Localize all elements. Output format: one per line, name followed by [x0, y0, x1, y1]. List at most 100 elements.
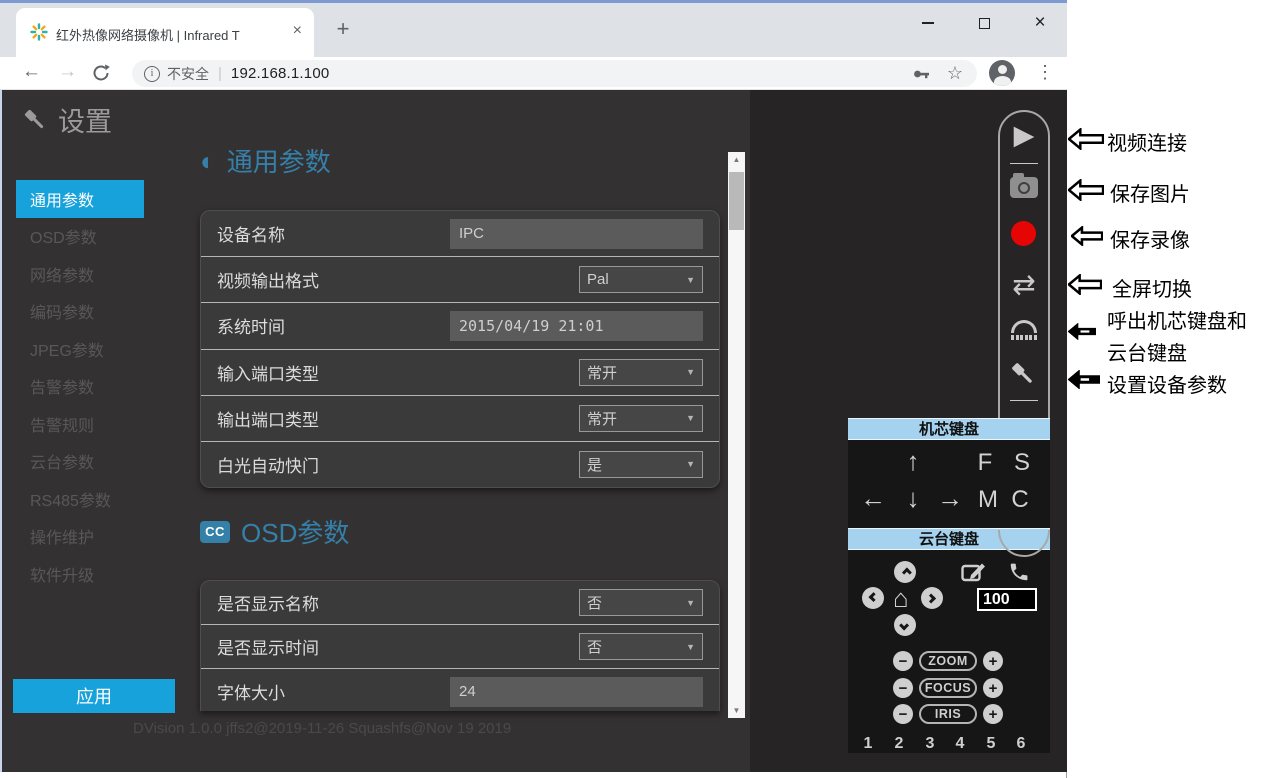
- iris-minus-button[interactable]: −: [893, 704, 913, 724]
- arrow-up-key[interactable]: ↑: [898, 446, 928, 477]
- call-preset-icon[interactable]: [1008, 561, 1030, 583]
- bookmark-star-icon[interactable]: ☆: [947, 63, 963, 84]
- osd-section-title: OSD参数: [241, 513, 349, 550]
- preset-key-5[interactable]: 5: [983, 735, 999, 753]
- browser-window: 红外热像网络摄像机 | Infrared T × + × ← → i 不安全 |…: [0, 0, 1067, 778]
- sidebar-item-ptz[interactable]: 云台参数: [16, 443, 144, 481]
- tab-bar: 红外热像网络摄像机 | Infrared T × + ×: [0, 3, 1067, 57]
- sidebar-item-osd[interactable]: OSD参数: [16, 218, 144, 256]
- preset-key-1[interactable]: 1: [860, 735, 876, 753]
- window-close-button[interactable]: ×: [1026, 3, 1054, 43]
- sidebar-item-maintenance[interactable]: 操作维护: [16, 518, 144, 556]
- form-row-input-port: 输入端口类型 常开 ▼: [201, 350, 719, 396]
- show-time-select[interactable]: 否 ▼: [579, 633, 703, 660]
- annotation-save-record: 保存录像: [1110, 224, 1190, 253]
- back-icon[interactable]: ←: [22, 61, 41, 83]
- form-row-output-port: 输出端口类型 常开 ▼: [201, 396, 719, 442]
- play-icon[interactable]: ▶: [998, 120, 1050, 151]
- osd-section-header: CC OSD参数: [200, 513, 349, 550]
- sidebar-item-alarm-params[interactable]: 告警参数: [16, 368, 144, 406]
- page-info-icon[interactable]: i: [144, 66, 160, 82]
- annotation-fullscreen: 全屏切换: [1112, 273, 1192, 302]
- sidebar-item-alarm-rules[interactable]: 告警规则: [16, 405, 144, 443]
- key-f[interactable]: F: [972, 449, 998, 477]
- annotation-arrow-left-icon: [1068, 128, 1104, 150]
- general-params-card: 设备名称 视频输出格式 Pal ▼ 系统时间 输入端口类型: [200, 210, 720, 488]
- ptz-right-button[interactable]: [921, 587, 943, 609]
- zoom-button[interactable]: ZOOM: [919, 651, 977, 671]
- scrollbar-thumb[interactable]: [729, 172, 744, 230]
- sidebar-item-firmware[interactable]: 软件升级: [16, 555, 144, 593]
- url-address-bar[interactable]: i 不安全 | 192.168.1.100 ☆: [132, 60, 977, 87]
- record-icon[interactable]: [1011, 221, 1036, 246]
- scroll-down-button[interactable]: ▼: [728, 703, 745, 718]
- white-light-shutter-select[interactable]: 是 ▼: [579, 451, 703, 478]
- focus-plus-button[interactable]: +: [983, 678, 1003, 698]
- output-port-type-select[interactable]: 常开 ▼: [579, 405, 703, 432]
- system-time-input[interactable]: [450, 311, 703, 341]
- sidebar-item-rs485[interactable]: RS485参数: [16, 480, 144, 518]
- camera-web-page: 设置 通用参数 OSD参数 网络参数 编码参数 JPEG参数 告警参数 告警规则…: [0, 90, 1067, 772]
- window-minimize-button[interactable]: [914, 3, 942, 43]
- iris-button[interactable]: IRIS: [919, 704, 977, 724]
- browser-profile-avatar[interactable]: [989, 60, 1015, 86]
- key-s[interactable]: S: [1009, 449, 1035, 477]
- preset-edit-icon[interactable]: [961, 560, 987, 584]
- video-format-select[interactable]: Pal ▼: [579, 266, 703, 293]
- reload-icon[interactable]: [92, 64, 110, 82]
- firmware-version-text: DVision 1.0.0 jffs2@2019-11-26 Squashfs@…: [133, 720, 511, 737]
- browser-menu-icon[interactable]: ⋮: [1036, 62, 1054, 83]
- chevron-down-icon: ▼: [686, 275, 695, 285]
- sidebar-item-general[interactable]: 通用参数: [16, 180, 144, 218]
- ptz-left-button[interactable]: [862, 587, 884, 609]
- sidebar-item-network[interactable]: 网络参数: [16, 255, 144, 293]
- fullscreen-swap-icon[interactable]: ⇄: [998, 268, 1050, 301]
- focus-minus-button[interactable]: −: [893, 678, 913, 698]
- ptz-down-button[interactable]: [894, 614, 916, 636]
- arrow-down-key[interactable]: ↓: [898, 483, 928, 514]
- preset-key-2[interactable]: 2: [891, 735, 907, 753]
- chevron-down-icon: ▼: [686, 459, 695, 469]
- keyboard-panel-icon[interactable]: [1011, 320, 1037, 340]
- arrow-right-key[interactable]: →: [935, 483, 965, 514]
- window-maximize-button[interactable]: [970, 3, 998, 43]
- password-key-icon[interactable]: [911, 64, 931, 84]
- device-name-input[interactable]: [450, 219, 703, 249]
- preset-number-input[interactable]: [977, 588, 1037, 611]
- url-divider: |: [218, 65, 222, 82]
- apply-button[interactable]: 应用: [13, 679, 175, 713]
- sidebar-menu: 通用参数 OSD参数 网络参数 编码参数 JPEG参数 告警参数 告警规则 云台…: [16, 180, 144, 593]
- show-name-select[interactable]: 否 ▼: [579, 589, 703, 616]
- key-m[interactable]: M: [975, 486, 1001, 514]
- chevron-down-icon: ▼: [686, 598, 695, 608]
- sidebar-item-jpeg[interactable]: JPEG参数: [16, 330, 144, 368]
- zoom-plus-button[interactable]: +: [983, 651, 1003, 671]
- forward-icon[interactable]: →: [58, 61, 77, 83]
- keyboard-panel: 机芯键盘 ↑ F S ← ↓ → M C 云台键盘 ⌂: [848, 418, 1050, 753]
- settings-scrollbar[interactable]: ▲ ▼: [728, 152, 745, 718]
- sidebar-item-encoding[interactable]: 编码参数: [16, 293, 144, 331]
- new-tab-button[interactable]: +: [330, 16, 356, 42]
- key-c[interactable]: C: [1007, 486, 1033, 514]
- focus-button[interactable]: FOCUS: [919, 678, 977, 698]
- select-value: 是: [587, 454, 602, 475]
- preset-key-4[interactable]: 4: [952, 735, 968, 753]
- ptz-home-icon[interactable]: ⌂: [893, 586, 909, 610]
- scroll-up-button[interactable]: ▲: [728, 152, 745, 167]
- chevron-down-icon: ▼: [686, 367, 695, 377]
- annotation-set-params: 设置设备参数: [1107, 369, 1227, 398]
- input-port-type-select[interactable]: 常开 ▼: [579, 359, 703, 386]
- tab-close-icon[interactable]: ×: [293, 22, 302, 40]
- settings-wrench-icon[interactable]: [1009, 360, 1037, 388]
- ptz-keyboard-body: ⌂ − ZOOM + − FOCUS +: [848, 550, 1050, 753]
- font-size-input[interactable]: [450, 677, 703, 707]
- preset-key-3[interactable]: 3: [922, 735, 938, 753]
- browser-tab-active[interactable]: 红外热像网络摄像机 | Infrared T ×: [16, 8, 314, 57]
- iris-plus-button[interactable]: +: [983, 704, 1003, 724]
- snapshot-camera-icon[interactable]: [1010, 177, 1038, 198]
- zoom-minus-button[interactable]: −: [893, 651, 913, 671]
- form-row-device-name: 设备名称: [201, 211, 719, 257]
- preset-key-6[interactable]: 6: [1013, 735, 1029, 753]
- arrow-left-key[interactable]: ←: [858, 483, 888, 514]
- ptz-up-button[interactable]: [894, 561, 916, 583]
